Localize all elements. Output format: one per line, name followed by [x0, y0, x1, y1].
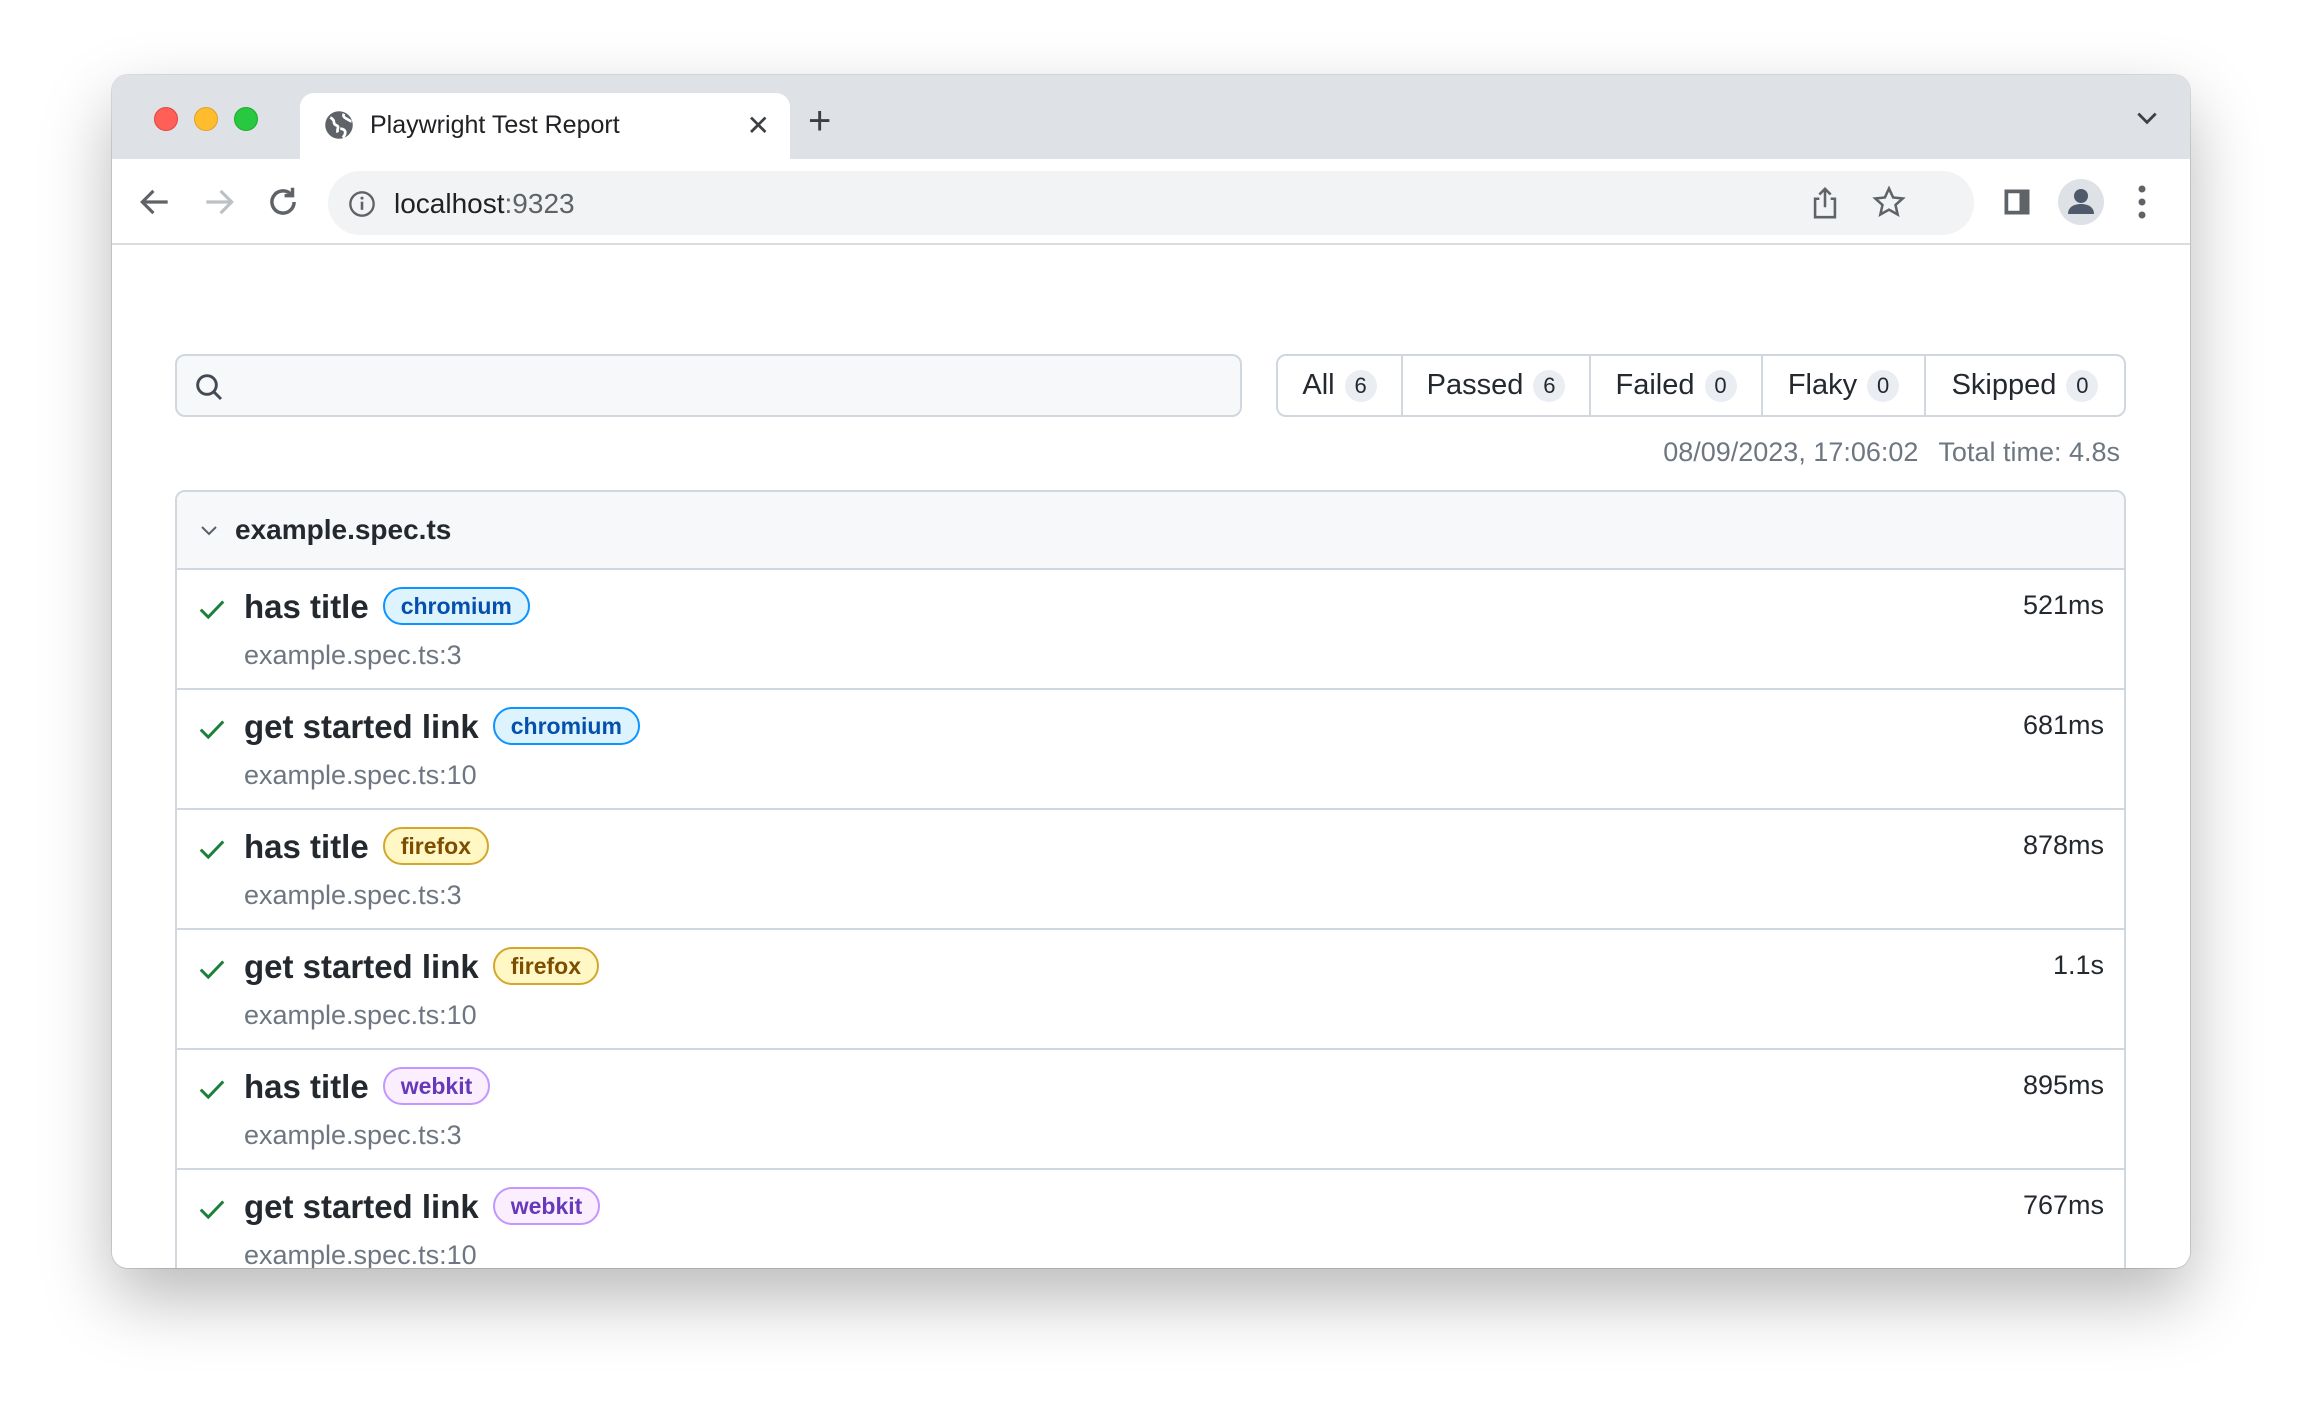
test-title[interactable]: get started link	[244, 948, 479, 985]
status-filter-bar: All 6 Passed 6 Failed 0 Flaky 0 Skipped …	[1276, 354, 2126, 417]
new-tab-button[interactable]: +	[808, 101, 831, 141]
test-file-title: example.spec.ts	[235, 514, 452, 545]
test-title-line: has title firefox	[244, 827, 489, 866]
test-duration: 895ms	[2022, 1070, 2104, 1100]
test-title-line: has title webkit	[244, 1067, 491, 1106]
filter-count: 6	[1533, 369, 1566, 402]
chevron-down-icon[interactable]	[2134, 105, 2160, 131]
test-title-line: get started link webkit	[244, 1187, 601, 1226]
chevron-down-icon[interactable]	[197, 518, 221, 542]
address-bar[interactable]: localhost:9323	[328, 171, 1974, 235]
test-file-group: example.spec.ts has title chromium exampl…	[175, 490, 2126, 1268]
check-icon	[199, 960, 225, 980]
test-row[interactable]: has title firefox example.spec.ts:3 878ms	[177, 810, 2124, 930]
check-icon	[199, 720, 225, 740]
browser-window: Playwright Test Report ✕ + localhost:932…	[112, 75, 2190, 1268]
project-badge[interactable]: chromium	[382, 587, 530, 625]
search-input[interactable]	[237, 356, 1227, 415]
project-badge[interactable]: firefox	[382, 827, 489, 865]
more-menu-icon[interactable]	[2134, 183, 2150, 221]
test-row[interactable]: has title webkit example.spec.ts:3 895ms	[177, 1050, 2124, 1170]
info-icon[interactable]	[348, 190, 376, 218]
search-icon	[196, 374, 223, 401]
url-text[interactable]: localhost:9323	[394, 188, 575, 220]
test-title[interactable]: has title	[244, 588, 369, 625]
close-tab-icon[interactable]: ✕	[747, 109, 770, 142]
test-duration: 1.1s	[2052, 950, 2104, 980]
bookmark-star-icon[interactable]	[1872, 185, 1906, 219]
person-icon	[2068, 189, 2094, 214]
test-title-line: get started link firefox	[244, 947, 600, 986]
filter-count: 0	[2066, 369, 2099, 402]
test-title-line: has title chromium	[244, 587, 530, 626]
browser-tab-active[interactable]: Playwright Test Report ✕	[300, 93, 790, 159]
test-title[interactable]: get started link	[244, 1188, 479, 1225]
test-duration: 878ms	[2022, 830, 2104, 860]
filter-count: 0	[1704, 369, 1737, 402]
filter-all[interactable]: All 6	[1278, 356, 1403, 415]
report-content: All 6 Passed 6 Failed 0 Flaky 0 Skipped …	[112, 245, 2190, 1268]
tab-title: Playwright Test Report	[370, 111, 620, 139]
test-row[interactable]: get started link chromium example.spec.ts…	[177, 690, 2124, 810]
share-icon[interactable]	[1808, 185, 1842, 221]
forward-arrow-icon[interactable]	[200, 183, 238, 221]
project-badge[interactable]: webkit	[382, 1067, 491, 1105]
filter-passed[interactable]: Passed 6	[1403, 356, 1591, 415]
test-list: has title chromium example.spec.ts:3 521m…	[177, 570, 2124, 1268]
check-icon	[199, 1200, 225, 1220]
filter-failed[interactable]: Failed 0	[1591, 356, 1763, 415]
check-icon	[199, 840, 225, 860]
profile-avatar[interactable]	[2058, 179, 2104, 225]
test-location: example.spec.ts:3	[244, 640, 462, 670]
test-location: example.spec.ts:10	[244, 760, 477, 790]
filter-flaky[interactable]: Flaky 0	[1763, 356, 1926, 415]
check-icon	[199, 600, 225, 620]
side-panel-icon[interactable]	[2002, 187, 2032, 217]
project-badge[interactable]: webkit	[492, 1187, 601, 1225]
test-title[interactable]: has title	[244, 828, 369, 865]
browser-toolbar: localhost:9323	[112, 159, 2190, 245]
test-row[interactable]: get started link firefox example.spec.ts:…	[177, 930, 2124, 1050]
reload-icon[interactable]	[264, 183, 302, 221]
project-badge[interactable]: firefox	[492, 947, 600, 985]
report-timestamp: 08/09/2023, 17:06:02	[1663, 437, 1919, 467]
filter-count: 0	[1867, 369, 1900, 402]
test-location: example.spec.ts:3	[244, 1120, 462, 1150]
search-box[interactable]	[175, 354, 1242, 417]
back-arrow-icon[interactable]	[136, 183, 174, 221]
test-duration: 521ms	[2022, 590, 2104, 620]
check-icon	[199, 1080, 225, 1100]
test-location: example.spec.ts:3	[244, 880, 462, 910]
tab-bar: Playwright Test Report ✕ +	[112, 75, 2190, 159]
test-duration: 767ms	[2022, 1190, 2104, 1220]
filter-skipped[interactable]: Skipped 0	[1926, 356, 2124, 415]
test-row[interactable]: get started link webkit example.spec.ts:1…	[177, 1170, 2124, 1268]
total-time: Total time: 4.8s	[1938, 437, 2120, 467]
test-location: example.spec.ts:10	[244, 1000, 477, 1030]
maximize-window-button[interactable]	[234, 107, 258, 131]
globe-icon	[325, 111, 353, 139]
test-location: example.spec.ts:10	[244, 1240, 477, 1268]
test-duration: 681ms	[2022, 710, 2104, 740]
report-meta: 08/09/2023, 17:06:02 Total time: 4.8s	[1663, 437, 2120, 468]
project-badge[interactable]: chromium	[492, 707, 640, 745]
test-row[interactable]: has title chromium example.spec.ts:3 521m…	[177, 570, 2124, 690]
test-title-line: get started link chromium	[244, 707, 640, 746]
test-file-header[interactable]: example.spec.ts	[177, 492, 2124, 570]
minimize-window-button[interactable]	[194, 107, 218, 131]
close-window-button[interactable]	[154, 107, 178, 131]
test-title[interactable]: has title	[244, 1068, 369, 1105]
filter-count: 6	[1344, 369, 1377, 402]
test-title[interactable]: get started link	[244, 708, 479, 745]
